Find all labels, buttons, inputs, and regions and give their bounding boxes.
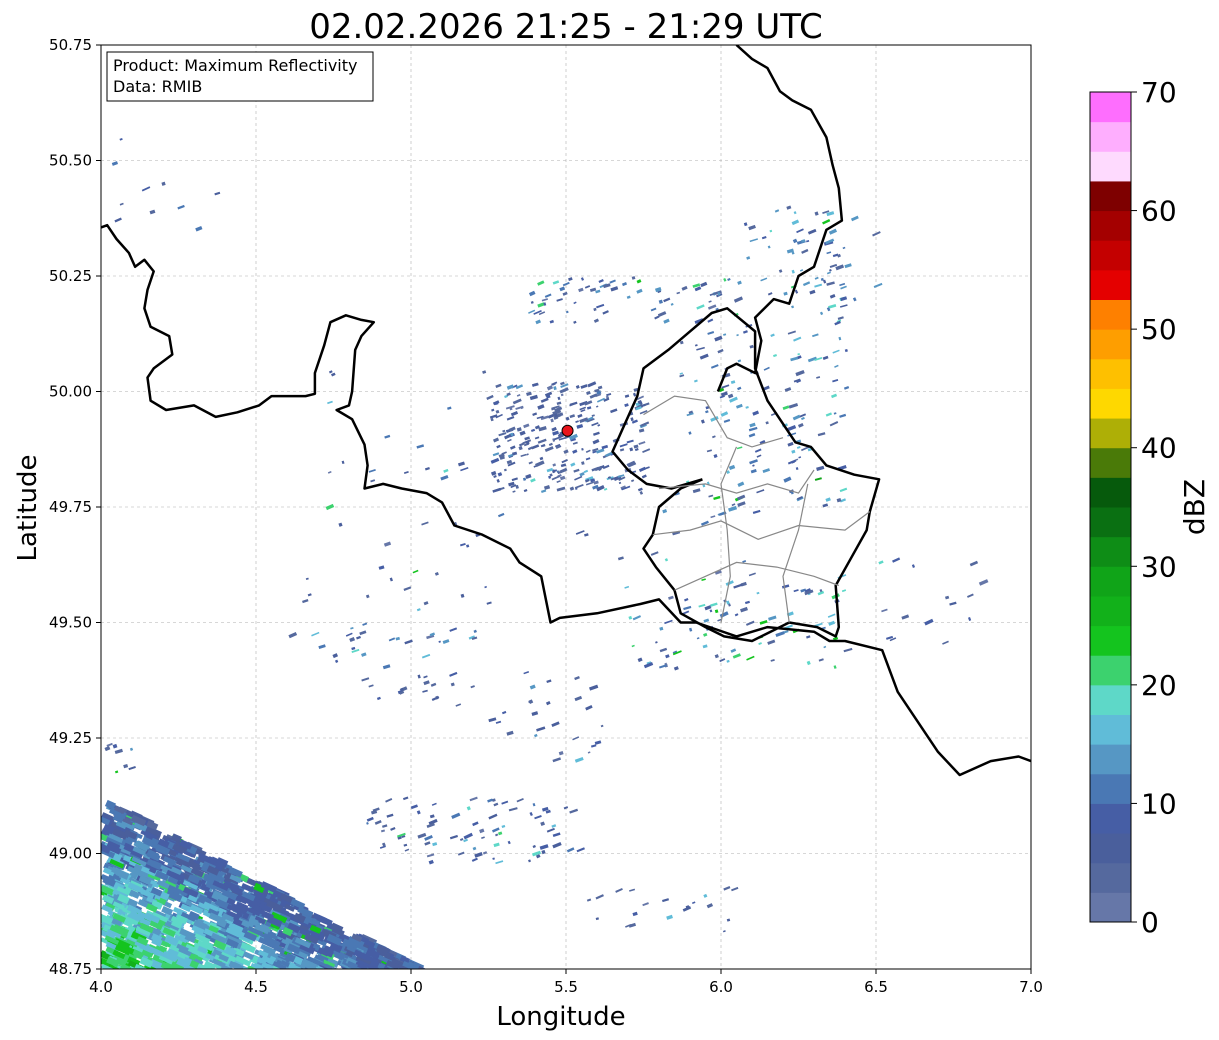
echo-pixel	[294, 968, 311, 969]
echo-pixel	[333, 968, 345, 969]
colorbar-bin	[1090, 655, 1131, 686]
y-tick-label: 49.00	[49, 845, 92, 863]
colorbar-bin	[1090, 180, 1131, 212]
colorbar-bin	[1090, 803, 1131, 834]
colorbar-bin	[1090, 833, 1131, 864]
colorbar-bin	[1090, 566, 1131, 597]
colorbar-bin	[1090, 329, 1131, 360]
y-tick-label: 49.50	[49, 614, 92, 632]
echo-pixel	[110, 968, 124, 969]
x-tick-label: 6.5	[864, 978, 888, 996]
colorbar-tick-label: 10	[1141, 787, 1177, 820]
colorbar-bin	[1090, 477, 1131, 508]
echo-pixel	[208, 968, 225, 969]
echo-pixel	[323, 968, 337, 969]
colorbar-bin	[1090, 507, 1131, 538]
colorbar-bin	[1090, 773, 1131, 804]
colorbar-bin	[1090, 625, 1131, 656]
info-box: Product: Maximum Reflectivity Data: RMIB	[106, 51, 374, 102]
x-axis-ticks: 4.0 4.5 5.0 5.5 6.0 6.5 7.0	[89, 969, 1043, 996]
echo-pixel	[172, 968, 184, 969]
x-tick-label: 5.5	[554, 978, 578, 996]
colorbar-bin	[1090, 240, 1131, 271]
colorbar-bin	[1090, 269, 1131, 300]
echo-pixel	[372, 968, 389, 969]
colorbar-bin	[1090, 418, 1131, 449]
colorbar-tick-label: 60	[1141, 195, 1177, 228]
colorbar-bin	[1090, 299, 1131, 330]
colorbar-tick-label: 0	[1141, 906, 1159, 939]
colorbar-bin	[1090, 151, 1131, 182]
echo-pixel	[117, 968, 132, 969]
echo-pixel	[194, 968, 211, 969]
echo-pixel	[209, 968, 222, 969]
colorbar-bin	[1090, 92, 1131, 123]
colorbar-bin	[1090, 388, 1131, 419]
colorbar-tick-label: 20	[1141, 669, 1177, 702]
info-data-source: Data: RMIB	[113, 77, 202, 96]
y-axis-label: Latitude	[13, 454, 43, 561]
colorbar-bin	[1090, 595, 1131, 627]
colorbar-bin	[1090, 358, 1131, 389]
radar-site-layer	[561, 424, 574, 437]
colorbar-bin	[1090, 684, 1131, 715]
echo-pixel	[404, 968, 416, 969]
figure-title: 02.02.2026 21:25 - 21:29 UTC	[309, 7, 823, 47]
colorbar-label: dBZ	[1178, 479, 1211, 535]
y-tick-label: 50.75	[49, 36, 92, 54]
y-tick-label: 50.00	[49, 383, 92, 401]
x-tick-label: 4.5	[244, 978, 268, 996]
echo-pixel	[174, 967, 188, 969]
y-tick-label: 50.50	[49, 152, 92, 170]
colorbar-bin	[1090, 210, 1131, 241]
echo-pixel	[334, 968, 350, 969]
echo-pixel	[421, 968, 435, 969]
y-tick-label: 49.25	[49, 729, 92, 747]
echo-pixel	[198, 967, 214, 969]
colorbar-tick-label: 40	[1141, 432, 1177, 465]
colorbar-tick-label: 70	[1141, 76, 1177, 109]
y-tick-label: 50.25	[49, 267, 92, 285]
echo-pixel	[257, 968, 273, 969]
y-tick-label: 48.75	[49, 960, 92, 978]
colorbar-bin	[1090, 744, 1131, 775]
colorbar-bin	[1090, 536, 1131, 567]
colorbar-bin	[1090, 121, 1131, 152]
x-axis-label: Longitude	[496, 1002, 625, 1032]
colorbar-bin	[1090, 892, 1131, 923]
colorbar-tick-label: 50	[1141, 313, 1177, 346]
x-tick-label: 7.0	[1019, 978, 1043, 996]
colorbar-bin	[1090, 447, 1131, 478]
colorbar-bin	[1090, 862, 1131, 893]
x-tick-label: 6.0	[709, 978, 733, 996]
colorbar-tick-label: 30	[1141, 550, 1177, 583]
colorbar-bin	[1090, 714, 1131, 745]
colorbar: 0 10 20 30 40 50 60 70	[1089, 76, 1177, 939]
info-product: Product: Maximum Reflectivity	[113, 56, 357, 75]
x-tick-label: 5.0	[399, 978, 423, 996]
echo-pixel	[102, 968, 114, 969]
y-tick-label: 49.75	[49, 498, 92, 516]
echo-pixel	[304, 968, 321, 969]
y-axis-ticks: 48.75 49.00 49.25 49.50 49.75 50.00 50.25 50.50…	[49, 36, 101, 978]
radar-map-figure: 02.02.2026 21:25 - 21:29 UTC 4.0 4.5 5.0 5.…	[13, 7, 1211, 1032]
x-tick-label: 4.0	[89, 978, 113, 996]
radar-site-marker[interactable]	[561, 424, 574, 437]
